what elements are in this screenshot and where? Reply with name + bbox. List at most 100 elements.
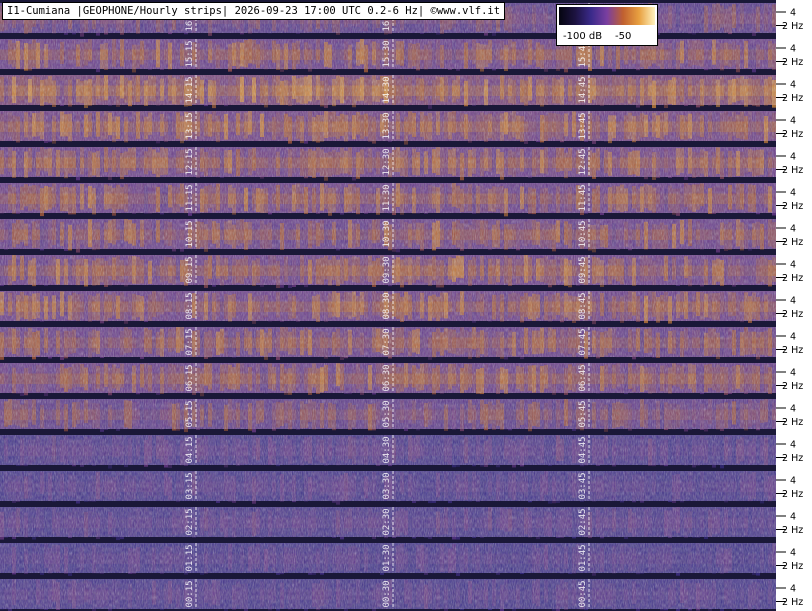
freq-tick-label: 2 Hz bbox=[782, 417, 803, 428]
freq-tick-label: 4 bbox=[790, 152, 796, 163]
time-label: 14:45 bbox=[578, 76, 588, 103]
strip-16: 00:15 00:30 00:45 4 2 Hz bbox=[0, 576, 812, 611]
time-label: 11:15 bbox=[185, 184, 195, 211]
time-label: 00:15 bbox=[185, 580, 195, 607]
freq-tick-label: 2 Hz bbox=[782, 57, 803, 68]
freq-tick-label: 2 Hz bbox=[782, 273, 803, 284]
time-label: 14:30 bbox=[382, 76, 392, 103]
time-label: 08:15 bbox=[185, 292, 195, 319]
strip-1: 15:15 15:30 15:45 42 Hz bbox=[0, 36, 812, 73]
strip-14: 02:15 02:30 02:45 4 2 Hz bbox=[0, 504, 812, 541]
time-label: 07:45 bbox=[578, 328, 588, 355]
strip-12: 04:15 04:30 04:45 4 2 Hz bbox=[0, 432, 812, 469]
freq-tick-label: 2 Hz bbox=[782, 93, 803, 104]
freq-tick-label: 4 bbox=[790, 224, 796, 235]
freq-tick-label: 2 Hz bbox=[782, 237, 803, 248]
colorbar-label-max: -50 bbox=[615, 31, 632, 42]
strip-3: 13:15 13:30 13:45 4 2 Hz bbox=[0, 108, 812, 145]
colorbar-gradient bbox=[559, 7, 655, 25]
freq-tick-label: 4 bbox=[790, 116, 796, 127]
time-label: 02:15 bbox=[185, 508, 195, 535]
freq-tick-label: 2 Hz bbox=[782, 345, 803, 356]
freq-tick-label: 4 bbox=[790, 260, 796, 271]
time-label: 11:30 bbox=[382, 184, 392, 211]
time-label: 09:45 bbox=[578, 256, 588, 283]
time-label: 03:15 bbox=[185, 472, 195, 499]
strips-layer: 16:1516:3016:4542 Hz15:1515:3015:4542 Hz… bbox=[0, 0, 812, 611]
freq-tick-label: 4 bbox=[790, 44, 796, 55]
freq-tick-label: 2 Hz bbox=[782, 561, 803, 572]
strip-8: 08:15 08:30 08:45 4 2 Hz bbox=[0, 288, 812, 325]
time-label: 00:30 bbox=[382, 580, 392, 607]
freq-tick-label: 2 Hz bbox=[782, 201, 803, 212]
strip-15: 01:15 01:30 01:45 4 2 Hz bbox=[0, 540, 812, 576]
strip-11: 05:15 05:30 05:45 4 2 Hz bbox=[0, 396, 812, 433]
time-label: 12:15 bbox=[185, 148, 195, 175]
freq-tick-label: 2 Hz bbox=[782, 309, 803, 320]
strip-10: 06:15 06:30 06:45 4 2 Hz bbox=[0, 360, 812, 397]
time-label: 09:15 bbox=[185, 256, 195, 283]
freq-tick-label: 2 Hz bbox=[782, 525, 803, 536]
time-label: 05:30 bbox=[382, 400, 392, 427]
freq-tick-label: 2 Hz bbox=[782, 597, 803, 608]
chart-title: I1-Cumiana |GEOPHONE/Hourly strips| 2026… bbox=[2, 2, 506, 20]
time-label: 13:45 bbox=[578, 112, 588, 139]
time-label: 12:45 bbox=[578, 148, 588, 175]
time-label: 04:15 bbox=[185, 436, 195, 463]
time-label: 13:30 bbox=[382, 112, 392, 139]
time-label: 06:45 bbox=[578, 364, 588, 391]
time-label: 10:15 bbox=[185, 220, 195, 247]
time-label: 02:45 bbox=[578, 508, 588, 535]
freq-tick-label: 2 Hz bbox=[782, 129, 803, 140]
colorbar-legend: -100 dB -50 bbox=[556, 4, 658, 46]
time-label: 10:30 bbox=[382, 220, 392, 247]
freq-tick-label: 4 bbox=[790, 296, 796, 307]
time-label: 03:45 bbox=[578, 472, 588, 499]
time-label: 09:30 bbox=[382, 256, 392, 283]
time-label: 04:45 bbox=[578, 436, 588, 463]
time-label: 01:45 bbox=[578, 544, 588, 571]
time-label: 08:30 bbox=[382, 292, 392, 319]
spectrogram-chart: 16:1516:3016:4542 Hz15:1515:3015:4542 Hz… bbox=[0, 0, 812, 611]
time-label: 01:30 bbox=[382, 544, 392, 571]
freq-tick-label: 4 bbox=[790, 548, 796, 559]
time-label: 00:45 bbox=[578, 580, 588, 607]
freq-tick-label: 2 Hz bbox=[782, 21, 803, 32]
freq-tick-label: 4 bbox=[790, 512, 796, 523]
strip-6: 10:15 10:30 10:45 4 2 Hz bbox=[0, 216, 812, 253]
time-label: 01:15 bbox=[185, 544, 195, 571]
freq-tick-label: 4 bbox=[790, 80, 796, 91]
time-label: 05:15 bbox=[185, 400, 195, 427]
freq-tick-label: 4 bbox=[790, 404, 796, 415]
time-label: 08:45 bbox=[578, 292, 588, 319]
strip-13: 03:15 03:30 03:45 4 2 Hz bbox=[0, 468, 812, 505]
time-label: 02:30 bbox=[382, 508, 392, 535]
time-label: 15:30 bbox=[382, 40, 392, 67]
freq-tick-label: 4 bbox=[790, 584, 796, 595]
time-label: 11:45 bbox=[578, 184, 588, 211]
time-label: 07:15 bbox=[185, 328, 195, 355]
time-label: 06:15 bbox=[185, 364, 195, 391]
time-label: 15:15 bbox=[185, 40, 195, 67]
strip-5: 11:15 11:30 11:45 4 2 Hz bbox=[0, 180, 812, 217]
time-label: 13:15 bbox=[185, 112, 195, 139]
freq-tick-label: 2 Hz bbox=[782, 165, 803, 176]
time-label: 12:30 bbox=[382, 148, 392, 175]
freq-tick-label: 4 bbox=[790, 188, 796, 199]
strip-4: 12:15 12:30 12:45 4 2 Hz bbox=[0, 144, 812, 181]
freq-tick-label: 4 bbox=[790, 8, 796, 19]
time-label: 04:30 bbox=[382, 436, 392, 463]
strip-2: 14:15 14:30 14:45 4 2 Hz bbox=[0, 72, 812, 109]
freq-tick-label: 4 bbox=[790, 368, 796, 379]
freq-tick-label: 2 Hz bbox=[782, 381, 803, 392]
time-label: 07:30 bbox=[382, 328, 392, 355]
freq-tick-label: 4 bbox=[790, 440, 796, 451]
time-label: 06:30 bbox=[382, 364, 392, 391]
time-label: 05:45 bbox=[578, 400, 588, 427]
strip-9: 07:15 07:30 07:45 4 2 Hz bbox=[0, 324, 812, 360]
time-label: 10:45 bbox=[578, 220, 588, 247]
freq-tick-label: 4 bbox=[790, 476, 796, 487]
time-label: 03:30 bbox=[382, 472, 392, 499]
freq-tick-label: 4 bbox=[790, 332, 796, 343]
freq-tick-label: 2 Hz bbox=[782, 453, 803, 464]
